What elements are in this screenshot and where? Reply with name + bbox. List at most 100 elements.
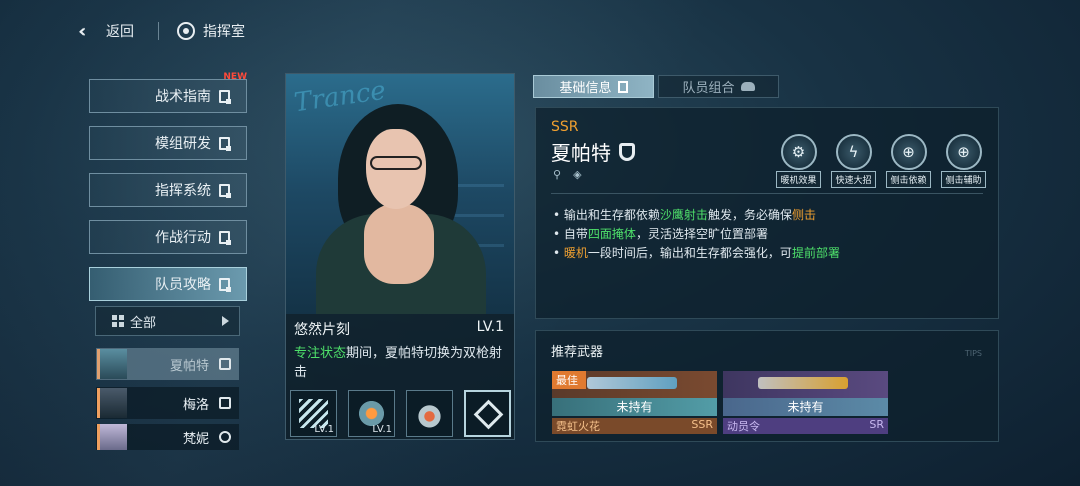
- crosshair-icon: ⊕: [890, 134, 927, 170]
- weapon-footer: 霓虹火花 SSR: [552, 418, 717, 434]
- tab-label: 队员组合: [682, 81, 735, 96]
- character-name: 夏帕特: [169, 358, 209, 374]
- faction-icons: ⚲ ◈: [553, 168, 582, 181]
- top-bar: ‹‹ 返回 指挥室: [78, 18, 245, 44]
- character-item-xiapate[interactable]: 夏帕特: [96, 348, 239, 380]
- tab-label: 基础信息: [559, 81, 612, 96]
- tip-highlight: 侧击: [791, 208, 816, 222]
- gear-icon: ⚙: [780, 134, 817, 170]
- document-icon: [219, 230, 231, 245]
- guide-menu: NEW 战术指南 模组研发 指挥系统 作战行动 队员攻略: [89, 72, 247, 314]
- crystal-skill-icon: [473, 399, 504, 430]
- tab-basic-info[interactable]: 基础信息: [533, 75, 654, 98]
- character-name: 梵妮: [182, 431, 209, 447]
- menu-member-guide[interactable]: 队员攻略: [89, 267, 247, 301]
- tip-highlight: 四面掩体: [587, 227, 636, 241]
- info-tabs: 基础信息 队员组合: [533, 75, 779, 98]
- skill-title: 悠然片刻: [294, 322, 350, 338]
- tip-text: 自带: [563, 227, 588, 241]
- weapons-subtitle: TIPS: [964, 349, 982, 358]
- document-icon: [219, 277, 231, 292]
- double-chevron-left-icon: ‹‹: [78, 20, 86, 42]
- tip-line-3: • 暖机一段时间后，输出和生存都会强化，可提前部署: [553, 246, 840, 260]
- document-icon: [219, 183, 231, 198]
- weapon-status: 未持有: [552, 398, 717, 416]
- skill-slot-2[interactable]: LV.1: [348, 390, 395, 437]
- trait-flank-assist[interactable]: ⊕ 侧击辅助: [941, 134, 986, 188]
- tip-highlight: 沙鹰射击: [659, 208, 708, 222]
- avatar: [97, 349, 127, 379]
- tip-text: 一段时间后，输出和生存都会强化，可: [587, 246, 792, 260]
- weapon-card-2[interactable]: 未持有 动员令 SR: [723, 371, 888, 434]
- best-badge: 最佳: [552, 371, 586, 389]
- command-room-title: 指挥室: [177, 21, 245, 41]
- gem-icon: ◈: [573, 168, 582, 181]
- weapon-card-1[interactable]: 最佳 未持有 霓虹火花 SSR: [552, 371, 717, 434]
- skill-description: 专注状态期间，夏帕特切换为双枪射击: [294, 344, 509, 382]
- caret-right-icon: [222, 316, 229, 326]
- shield-class-icon: [219, 358, 231, 370]
- weapon-name: 动员令: [727, 420, 760, 433]
- menu-module-research[interactable]: 模组研发: [89, 126, 247, 160]
- recommended-weapons-panel: 推荐武器 TIPS 最佳 未持有 霓虹火花 SSR 未持有 动员令 SR: [535, 330, 999, 442]
- heart-skill-icon: [415, 399, 444, 428]
- tip-text: ，灵活选择空旷位置部署: [635, 227, 768, 241]
- tab-team-combo[interactable]: 队员组合: [658, 75, 779, 98]
- document-icon: [617, 80, 628, 93]
- trait-label: 快速大招: [831, 171, 876, 188]
- figure-glasses: [370, 156, 422, 170]
- skill-desc-highlight: 专注状态: [294, 346, 347, 361]
- menu-label: 队员攻略: [155, 277, 211, 293]
- tip-text: 触发，务必确保: [707, 208, 792, 222]
- tip-highlight: 提前部署: [791, 246, 840, 260]
- character-item-meiluo[interactable]: 梅洛: [96, 387, 239, 419]
- tip-highlight: 暖机: [563, 246, 588, 260]
- rifle-icon: [758, 377, 848, 389]
- topbar-divider: [158, 22, 159, 40]
- weapon-image: [723, 371, 888, 398]
- trait-list: ⚙ 暖机效果 ϟ 快速大招 ⊕ 侧击依赖 ⊕ 侧击辅助: [776, 134, 986, 188]
- trait-label: 侧击辅助: [941, 171, 986, 188]
- menu-label: 作战行动: [155, 230, 211, 246]
- back-label: 返回: [106, 24, 134, 40]
- menu-tactical-guide[interactable]: NEW 战术指南: [89, 72, 247, 113]
- character-item-fanni[interactable]: 梵妮: [96, 424, 239, 450]
- document-icon: [219, 89, 231, 104]
- weapon-rarity: SR: [869, 418, 884, 431]
- basic-info-panel: SSR 夏帕特 ⚲ ◈ ⚙ 暖机效果 ϟ 快速大招 ⊕ 侧击依赖 ⊕ 侧击辅助 …: [535, 107, 999, 319]
- crosshair-icon: ⊕: [945, 134, 982, 170]
- trait-label: 暖机效果: [776, 171, 821, 188]
- document-icon: [219, 136, 231, 151]
- skill-slot-3[interactable]: [406, 390, 453, 437]
- divider: [551, 193, 983, 194]
- skill-slot-level: LV.1: [314, 424, 334, 435]
- rifle-icon: [587, 377, 677, 389]
- command-room-icon: [177, 22, 195, 40]
- avatar: [97, 388, 127, 418]
- menu-combat-ops[interactable]: 作战行动: [89, 220, 247, 254]
- menu-command-system[interactable]: 指挥系统: [89, 173, 247, 207]
- filter-label: 全部: [130, 315, 157, 331]
- weapons-title: 推荐武器: [551, 345, 604, 360]
- character-filter-dropdown[interactable]: 全部: [95, 306, 240, 336]
- skill-slot-level: LV.1: [372, 424, 392, 435]
- skill-slot-1[interactable]: LV.1: [290, 390, 337, 437]
- weapon-rarity: SSR: [691, 418, 713, 431]
- command-room-label: 指挥室: [203, 24, 245, 40]
- weapon-footer: 动员令 SR: [723, 418, 888, 434]
- back-button[interactable]: ‹‹ 返回: [78, 21, 134, 42]
- weapon-status: 未持有: [723, 398, 888, 416]
- character-portrait: Trance: [286, 74, 514, 314]
- character-name: 梅洛: [182, 397, 209, 413]
- trait-warmup[interactable]: ⚙ 暖机效果: [776, 134, 821, 188]
- tip-text: 输出和生存都依赖: [563, 208, 660, 222]
- trait-flank-dependent[interactable]: ⊕ 侧击依赖: [886, 134, 931, 188]
- new-badge: NEW: [223, 72, 247, 82]
- faction-icon: ⚲: [553, 168, 562, 181]
- figure-neck: [364, 204, 434, 284]
- skill-slot-4[interactable]: [464, 390, 511, 437]
- shield-class-icon: [619, 142, 635, 161]
- tip-line-2: • 自带四面掩体，灵活选择空旷位置部署: [553, 227, 768, 241]
- character-title: 夏帕特: [551, 137, 635, 166]
- trait-fast-ultimate[interactable]: ϟ 快速大招: [831, 134, 876, 188]
